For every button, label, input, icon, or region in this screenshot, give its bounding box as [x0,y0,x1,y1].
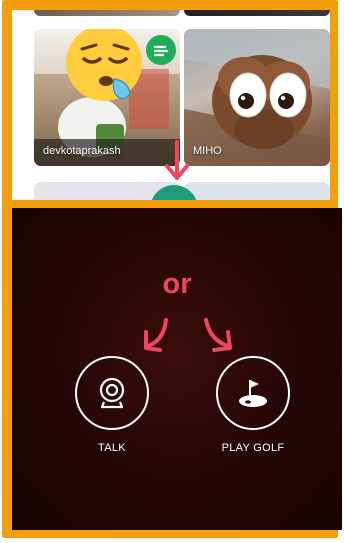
profile-cards-panel: devkotaprakash MIHO [12,10,330,200]
talk-label: TALK [98,442,126,454]
card-peek-bottom-right [184,182,330,200]
card-peek-top-left [34,10,180,16]
profile-card-devkotaprakash[interactable]: devkotaprakash [34,29,180,166]
play-golf-label: PLAY GOLF [221,442,285,454]
arrow-curved-right-icon [204,318,232,352]
play-golf-button[interactable] [216,356,290,430]
play-golf-option[interactable]: PLAY GOLF [213,356,293,454]
arrow-curved-left-icon [144,318,168,352]
or-divider: or [162,268,192,300]
profile-card-miho[interactable]: MIHO [184,29,330,166]
card-username: MIHO [193,145,222,157]
card-username: devkotaprakash [43,145,121,157]
choice-overlay: or TALK PLAY GOLF [12,208,342,530]
arrow-down-icon [165,140,189,180]
app-badge-icon [146,35,176,65]
talk-button[interactable] [75,356,149,430]
golf-flag-icon [239,380,267,407]
card-peek-top-right [184,10,330,16]
talk-option[interactable]: TALK [72,356,152,454]
sleeping-face-icon [66,29,142,101]
webcam-icon [99,377,125,409]
googly-eyes-icon [229,72,307,118]
